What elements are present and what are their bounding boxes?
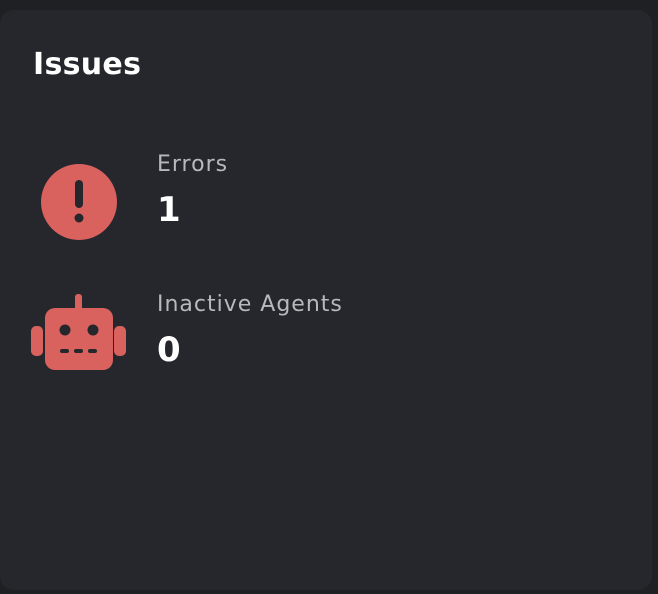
- inactive-agents-metric: Inactive Agents 0: [30, 286, 590, 376]
- errors-metric: Errors 1: [30, 146, 590, 240]
- robot-icon: [30, 286, 128, 384]
- errors-label: Errors: [157, 152, 229, 177]
- inactive-agents-label: Inactive Agents: [157, 292, 343, 317]
- errors-count: 1: [157, 190, 181, 230]
- card-title: Issues: [33, 47, 142, 82]
- inactive-agents-count: 0: [157, 330, 181, 370]
- issues-card: Issues Errors 1 Inactive Agents 0: [0, 10, 652, 590]
- alert-circle-icon: [30, 146, 128, 244]
